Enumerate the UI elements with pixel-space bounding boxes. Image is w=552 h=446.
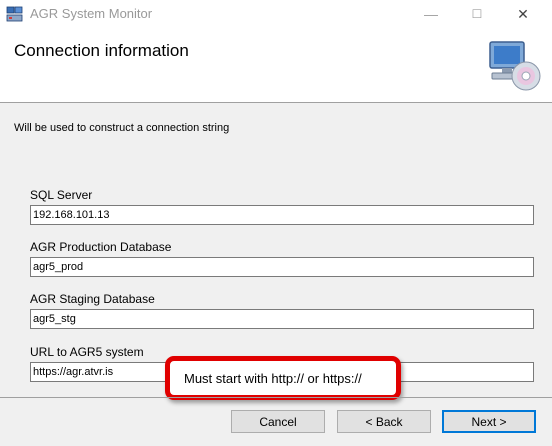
back-button[interactable]: < Back xyxy=(337,410,431,433)
staging-database-input[interactable]: agr5_stg xyxy=(30,309,534,329)
validation-callout: Must start with http:// or https:// xyxy=(165,356,401,400)
close-button[interactable]: ✕ xyxy=(500,0,546,28)
sql-server-input[interactable]: 192.168.101.13 xyxy=(30,205,534,225)
production-database-label: AGR Production Database xyxy=(30,240,172,254)
wizard-header xyxy=(0,28,552,102)
page-title: Connection information xyxy=(14,41,189,60)
footer-divider xyxy=(0,397,552,398)
maximize-button[interactable]: ☐ xyxy=(454,0,500,28)
minimize-button[interactable]: — xyxy=(408,0,454,28)
staging-database-label: AGR Staging Database xyxy=(30,292,155,306)
subtitle: Will be used to construct a connection s… xyxy=(14,122,230,134)
next-button[interactable]: Next > xyxy=(442,410,536,433)
computer-with-disc-icon xyxy=(489,41,541,91)
app-icon xyxy=(6,6,23,22)
url-label: URL to AGR5 system xyxy=(30,345,144,359)
callout-text: Must start with http:// or https:// xyxy=(184,370,362,386)
header-divider xyxy=(0,102,552,103)
sql-server-label: SQL Server xyxy=(30,188,93,202)
production-database-input[interactable]: agr5_prod xyxy=(30,257,534,277)
cancel-button[interactable]: Cancel xyxy=(231,410,325,433)
window-title: AGR System Monitor xyxy=(30,6,153,21)
